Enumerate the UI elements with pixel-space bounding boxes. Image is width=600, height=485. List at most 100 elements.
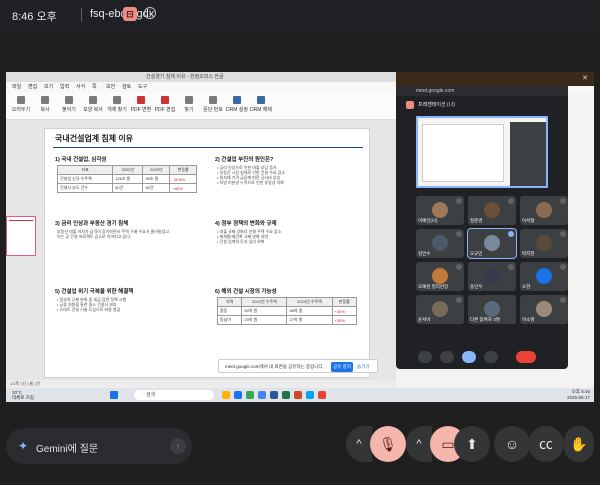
- menu-format[interactable]: 서식: [76, 83, 85, 90]
- menu-edit[interactable]: 편집: [28, 83, 37, 90]
- hwp-icon[interactable]: [306, 391, 314, 399]
- section-4-title: 4) 정부 정책의 변화와 규제: [215, 221, 277, 227]
- close-icon[interactable]: ✕: [582, 74, 588, 82]
- participant-tile[interactable]: 이서형: [520, 196, 568, 225]
- others-tile[interactable]: 다른 참여자 3명: [468, 295, 516, 324]
- chrome-icon[interactable]: [246, 391, 254, 399]
- participant-tile[interactable]: 이소영: [520, 295, 568, 324]
- avatar: [432, 268, 448, 284]
- taskbar-clock[interactable]: 오후 8:46 2025-06-17: [556, 389, 590, 401]
- participant-tile[interactable]: 이예인(나): [416, 196, 464, 225]
- present-button[interactable]: [462, 351, 476, 363]
- send-icon[interactable]: ↑: [170, 438, 186, 454]
- presenting-icon[interactable]: ⊟: [123, 7, 137, 21]
- avatar: [432, 235, 448, 251]
- participant-name: 윤서아: [418, 317, 431, 322]
- avatar: [484, 202, 500, 218]
- ribbon-pdf-convert-button[interactable]: PDF 변환: [130, 96, 152, 113]
- participant-name: 이소영: [522, 317, 535, 322]
- excel-icon[interactable]: [282, 391, 290, 399]
- divider: [81, 8, 82, 22]
- menu-tools[interactable]: 도구: [138, 83, 147, 90]
- weather-widget[interactable]: 20°C 대체로 흐림: [12, 390, 34, 400]
- mic-button[interactable]: [418, 351, 432, 363]
- participant-name: 오예원 정리반장: [418, 284, 449, 289]
- ribbon-paste-button[interactable]: 붙이기: [58, 96, 80, 113]
- section-3-title: 3) 금리 인상과 부동산 경기 침체: [55, 221, 129, 227]
- mic-off-icon: [560, 198, 566, 204]
- info-icon[interactable]: i: [144, 7, 156, 19]
- ribbon-copy-button[interactable]: 복사: [34, 96, 56, 113]
- windows-taskbar: 20°C 대체로 흐림 검색 오후 8:46 2025-06-17: [6, 388, 594, 402]
- menu-file[interactable]: 파일: [12, 83, 21, 90]
- ribbon-cut-button[interactable]: 오려두기: [10, 96, 32, 113]
- table-header: 2022년 수주액: [241, 297, 288, 307]
- mic-off-icon: [560, 297, 566, 303]
- section-5-title: 5) 건설업 위기 극복을 위한 해결책: [55, 289, 134, 295]
- present-screen-button[interactable]: ⬆: [454, 426, 490, 462]
- menu-security[interactable]: 보안: [106, 83, 115, 90]
- lock-icon: [233, 96, 241, 104]
- app-status-bar: 1/1쪽 1단 1줄 1칸: [6, 380, 396, 388]
- avatar: [484, 301, 500, 317]
- brush-icon: [89, 96, 97, 104]
- mic-off-button[interactable]: 🎙︎: [370, 426, 406, 462]
- reactions-button[interactable]: ☺: [494, 426, 530, 462]
- edge-icon[interactable]: [234, 391, 242, 399]
- paste-icon: [65, 96, 73, 104]
- captions-button[interactable]: ㏄: [528, 426, 564, 462]
- camera-options-chevron[interactable]: ^: [406, 426, 432, 462]
- ribbon-find-object-button[interactable]: 개체 찾기: [106, 96, 128, 113]
- ribbon-format-copy-button[interactable]: 모양 복사: [82, 96, 104, 113]
- section-6-title: 6) 해외 건설 시장의 가능성: [215, 289, 277, 295]
- participant-tile[interactable]: 김민수: [416, 229, 464, 258]
- ribbon-pdf-edit-button[interactable]: PDF 편집: [154, 96, 176, 113]
- hide-notice-button[interactable]: 숨기기: [357, 364, 369, 370]
- ribbon-find-button[interactable]: 찾기: [178, 96, 200, 113]
- stop-sharing-button[interactable]: 공유 중지: [331, 362, 353, 372]
- menu-view[interactable]: 보기: [44, 83, 53, 90]
- ribbon-drm-set-button[interactable]: DRM 설정: [226, 96, 248, 113]
- list-icon: [209, 96, 217, 104]
- leave-call-button[interactable]: [516, 351, 536, 363]
- table-header: 2022년: [112, 165, 144, 175]
- app-icon[interactable]: [318, 391, 326, 399]
- powerpoint-icon[interactable]: [294, 391, 302, 399]
- taskbar-search[interactable]: 검색: [134, 390, 214, 400]
- participant-tile[interactable]: 소현: [520, 262, 568, 291]
- menu-page[interactable]: 쪽: [92, 83, 97, 90]
- participant-tile[interactable]: 박지현: [520, 229, 568, 258]
- participant-tile-speaking[interactable]: 오규민: [467, 228, 517, 259]
- unlock-icon: [257, 96, 265, 104]
- pdf-edit-icon: [161, 96, 169, 104]
- camera-button[interactable]: [440, 351, 454, 363]
- mic-options-chevron[interactable]: ^: [346, 426, 372, 462]
- mic-off-icon: [456, 297, 462, 303]
- scissors-icon: [17, 96, 25, 104]
- word-icon[interactable]: [270, 391, 278, 399]
- more-options-button[interactable]: [484, 351, 498, 363]
- windows-start-icon[interactable]: [110, 391, 118, 399]
- meet-pip-window: meet.google.com 프레젠테이션 (나) 이예인(나) 정준영 이서…: [396, 86, 568, 369]
- presentation-preview[interactable]: [416, 116, 548, 188]
- participant-tile[interactable]: 윤서아: [416, 295, 464, 324]
- section-5-body: • 정부의 규제 완화 및 세금 감면 정책 시행 • 금융 지원을 통한 중소…: [57, 297, 127, 312]
- avatar: [536, 301, 552, 317]
- ribbon-numbering-button[interactable]: 문단 번호: [202, 96, 224, 113]
- ribbon-drm-remove-button[interactable]: DRM 해제: [250, 96, 272, 113]
- table-header: 변동률: [169, 165, 197, 175]
- app-icon[interactable]: [258, 391, 266, 399]
- participant-name: 오규민: [470, 251, 483, 256]
- participant-tile[interactable]: 오예원 정리반장: [416, 262, 464, 291]
- menu-review[interactable]: 검토: [122, 83, 131, 90]
- participant-tile[interactable]: 정준영: [468, 196, 516, 225]
- participant-tile[interactable]: 송민우: [468, 262, 516, 291]
- search-icon: [185, 96, 193, 104]
- gemini-ask-input[interactable]: ✦ Gemini에 질문 ↑: [6, 428, 192, 464]
- overseas-market-table: 지역 2022년 수주액 2023년 수주액 변동률 중동 50억 원 65억 …: [216, 297, 358, 325]
- page-thumbnail[interactable]: [6, 216, 36, 256]
- document-page[interactable]: 국내건설업계 침체 이유 1) 국내 건설업, 심각성 지표 2022년 202…: [44, 128, 370, 378]
- menu-insert[interactable]: 입력: [60, 83, 69, 90]
- raise-hand-button[interactable]: ✋: [564, 426, 594, 462]
- file-explorer-icon[interactable]: [222, 391, 230, 399]
